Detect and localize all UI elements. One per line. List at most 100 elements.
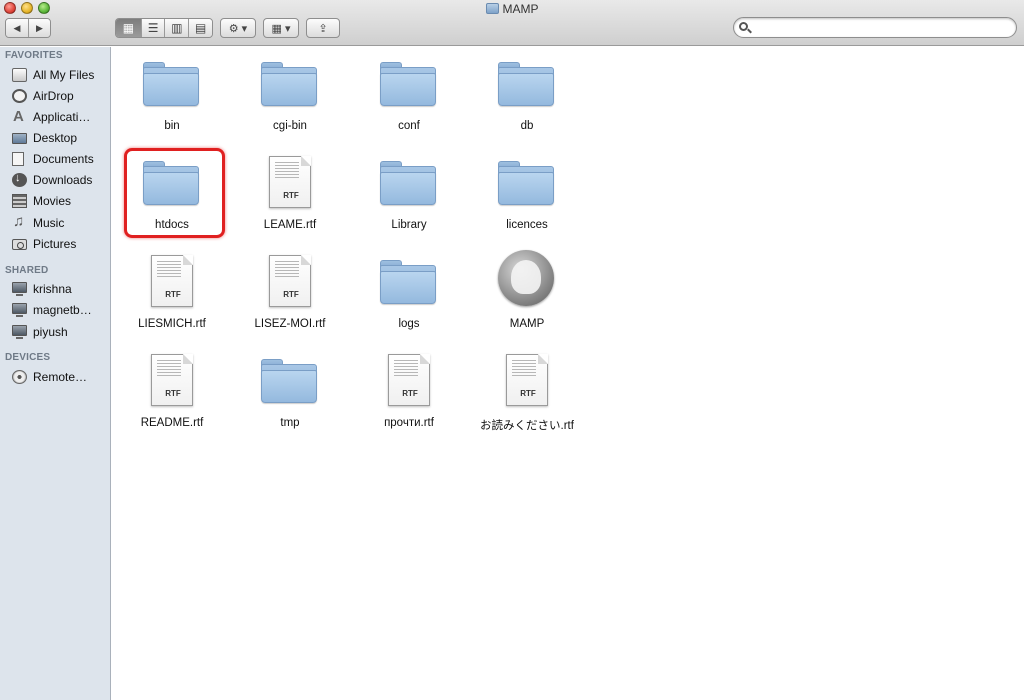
file-item-library[interactable]: Library — [350, 151, 468, 241]
sidebar-item-music[interactable]: Music — [0, 213, 110, 233]
view-coverflow-button[interactable]: ▤ — [188, 19, 212, 37]
sidebar-item-piyush[interactable]: piyush — [0, 322, 110, 342]
view-list-button[interactable]: ☰ — [140, 19, 165, 37]
file-item-db[interactable]: db — [468, 52, 586, 142]
sidebar-item-applications[interactable]: Applicati… — [0, 107, 110, 127]
back-arrow-icon: ◀ — [13, 22, 21, 33]
sidebar-item-all-my-files[interactable]: All My Files — [0, 65, 110, 85]
file-item-leame-rtf[interactable]: RTF LEAME.rtf — [231, 151, 349, 241]
file-item-logs[interactable]: logs — [350, 250, 468, 340]
sidebar-item-label: Desktop — [33, 131, 78, 145]
file-name: htdocs — [155, 219, 189, 231]
view-columns-button[interactable]: ▥ — [164, 19, 189, 37]
pictures-icon — [12, 239, 27, 250]
movies-icon — [12, 194, 27, 208]
file-name: conf — [398, 120, 420, 132]
window-title: MAMP — [0, 1, 1024, 17]
sidebar-item-airdrop[interactable]: AirDrop — [0, 86, 110, 106]
search-field[interactable] — [733, 17, 1017, 38]
sidebar-item-label: Applicati… — [33, 110, 91, 124]
computer-icon — [12, 303, 27, 317]
sidebar-item-label: All My Files — [33, 68, 95, 82]
sidebar-header-devices: DEVICES — [5, 352, 51, 363]
sidebar: FAVORITES All My Files AirDrop Applicati… — [0, 47, 111, 700]
remote-disc-icon — [12, 370, 27, 384]
sidebar-item-movies[interactable]: Movies — [0, 191, 110, 211]
file-item-licences[interactable]: licences — [468, 151, 586, 241]
window-title-text: MAMP — [502, 2, 539, 16]
file-item-htdocs[interactable]: htdocs — [113, 151, 231, 241]
forward-arrow-icon: ▶ — [36, 22, 43, 33]
view-icons-button[interactable]: ▦ — [116, 19, 141, 37]
window-toolbar: MAMP ◀ ▶ ▦ ☰ ▥ ▤ ⚙ ▾ ▦ ▾ ⇪ — [0, 0, 1024, 46]
music-icon — [12, 213, 27, 230]
file-type-badge: RTF — [283, 290, 299, 299]
file-item-bin[interactable]: bin — [113, 52, 231, 142]
sidebar-item-downloads[interactable]: Downloads — [0, 170, 110, 190]
file-type-badge: RTF — [283, 191, 299, 200]
folder-icon — [261, 62, 317, 106]
file-type-badge: RTF — [520, 389, 536, 398]
file-item-readme-rtf[interactable]: RTF README.rtf — [113, 349, 231, 439]
file-name: bin — [164, 120, 180, 132]
file-name: cgi-bin — [273, 120, 307, 132]
file-item-cgi-bin[interactable]: cgi-bin — [231, 52, 349, 142]
file-item-tmp[interactable]: tmp — [231, 349, 349, 439]
back-button[interactable]: ◀ — [6, 19, 28, 37]
mamp-app-icon — [498, 250, 554, 306]
file-name: README.rtf — [140, 417, 204, 429]
forward-button[interactable]: ▶ — [27, 19, 50, 37]
file-name: LEAME.rtf — [263, 219, 317, 231]
rtf-document-icon: RTF — [151, 255, 193, 307]
icon-view-icon: ▦ — [122, 21, 135, 35]
downloads-icon — [12, 172, 27, 187]
file-name: LIESMICH.rtf — [138, 318, 206, 330]
all-files-icon — [12, 68, 27, 82]
sidebar-item-label: Pictures — [33, 237, 77, 251]
sidebar-item-label: AirDrop — [33, 89, 74, 103]
coverflow-view-icon: ▤ — [194, 21, 207, 35]
rtf-document-icon: RTF — [269, 156, 311, 208]
list-view-icon: ☰ — [147, 21, 159, 35]
arrange-menu-button[interactable]: ▦ ▾ — [263, 18, 299, 38]
arrange-icon: ▦ ▾ — [271, 22, 291, 35]
sidebar-item-magnetb[interactable]: magnetb… — [0, 300, 110, 320]
back-forward-control: ◀ ▶ — [5, 18, 51, 38]
file-item-prochti-rtf[interactable]: RTF прочти.rtf — [350, 349, 468, 439]
sidebar-item-label: Movies — [33, 194, 72, 208]
file-type-badge: RTF — [165, 290, 181, 299]
folder-icon — [143, 62, 199, 106]
documents-icon — [12, 152, 24, 166]
airdrop-icon — [12, 89, 27, 103]
file-item-lisez-moi-rtf[interactable]: RTF LISEZ-MOI.rtf — [231, 250, 349, 340]
sidebar-item-label: magnetb… — [33, 303, 92, 317]
file-item-oyomikudasai-rtf[interactable]: RTF お読みください.rtf — [468, 349, 586, 439]
sidebar-item-krishna[interactable]: krishna — [0, 279, 110, 299]
share-button[interactable]: ⇪ — [306, 18, 340, 38]
sidebar-item-pictures[interactable]: Pictures — [0, 234, 110, 254]
share-icon: ⇪ — [318, 22, 328, 35]
folder-icon — [498, 161, 554, 205]
file-name: MAMP — [509, 318, 545, 330]
file-type-badge: RTF — [402, 389, 418, 398]
sidebar-item-label: Music — [33, 216, 65, 230]
action-menu-button[interactable]: ⚙ ▾ — [220, 18, 256, 38]
file-item-mamp-app[interactable]: MAMP — [468, 250, 586, 340]
file-type-badge: RTF — [165, 389, 181, 398]
folder-icon — [380, 260, 436, 304]
sidebar-item-label: Downloads — [33, 173, 93, 187]
search-icon — [739, 22, 748, 31]
sidebar-item-documents[interactable]: Documents — [0, 149, 110, 169]
file-name: db — [520, 120, 534, 132]
file-item-liesmich-rtf[interactable]: RTF LIESMICH.rtf — [113, 250, 231, 340]
folder-icon — [261, 359, 317, 403]
sidebar-item-desktop[interactable]: Desktop — [0, 128, 110, 148]
rtf-document-icon: RTF — [388, 354, 430, 406]
file-item-conf[interactable]: conf — [350, 52, 468, 142]
sidebar-header-shared: SHARED — [5, 265, 49, 276]
computer-icon — [12, 325, 27, 339]
sidebar-item-remote-disc[interactable]: Remote… — [0, 367, 110, 387]
folder-icon — [498, 62, 554, 106]
search-input[interactable] — [752, 20, 1010, 35]
file-name: прочти.rtf — [384, 417, 434, 429]
